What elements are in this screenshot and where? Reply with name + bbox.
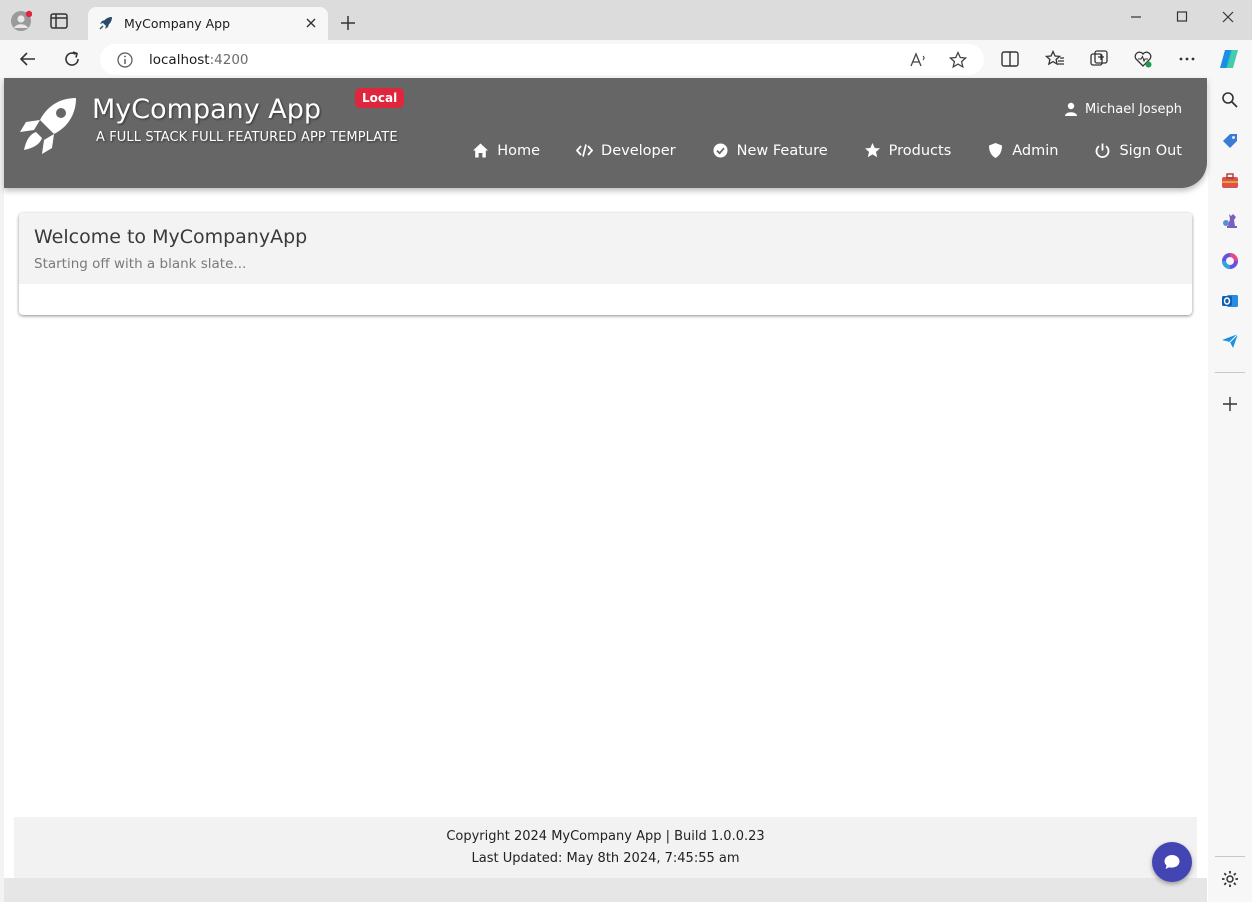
nav-admin[interactable]: Admin — [987, 142, 1058, 159]
address-bar[interactable]: localhost:4200 — [100, 44, 984, 75]
collections-icon[interactable] — [1089, 49, 1109, 69]
app-title: MyCompany App — [92, 94, 322, 125]
rocket-logo-icon[interactable] — [18, 96, 78, 156]
sidebar-divider-bottom — [1215, 856, 1245, 857]
games-chess-icon[interactable] — [1220, 211, 1240, 231]
toolbox-icon[interactable] — [1220, 171, 1240, 191]
back-arrow-icon[interactable] — [18, 49, 38, 69]
main-navigation: Home Developer New Feature Products Admi… — [472, 142, 1182, 159]
browser-essentials-icon[interactable] — [1133, 49, 1153, 69]
edge-sidebar — [1208, 78, 1252, 902]
send-icon[interactable] — [1220, 331, 1240, 351]
maximize-icon[interactable] — [1171, 8, 1193, 26]
nav-admin-label: Admin — [1012, 142, 1059, 159]
environment-badge: Local — [355, 88, 405, 108]
sidebar-divider — [1215, 372, 1245, 373]
chat-bubble-icon — [1164, 855, 1180, 869]
copilot-icon[interactable] — [1217, 47, 1241, 71]
favorites-icon[interactable] — [1044, 49, 1065, 69]
user-icon — [1065, 102, 1078, 116]
favorite-star-icon[interactable] — [948, 50, 968, 70]
nav-developer-label: Developer — [601, 142, 676, 159]
read-aloud-icon[interactable] — [908, 50, 928, 70]
site-info-icon[interactable] — [116, 51, 134, 69]
shopping-tag-icon[interactable] — [1220, 131, 1240, 151]
browser-tab-bar: MyCompany App — [0, 0, 1252, 40]
user-profile[interactable]: Michael Joseph — [1064, 100, 1182, 118]
microsoft-365-icon[interactable] — [1220, 251, 1240, 271]
app-subtitle: A FULL STACK FULL FEATURED APP TEMPLATE — [96, 130, 398, 145]
nav-new-feature[interactable]: New Feature — [712, 142, 828, 159]
star-icon — [864, 143, 880, 158]
url-port: :4200 — [209, 52, 249, 68]
profile-avatar-icon[interactable] — [10, 10, 33, 32]
nav-sign-out-label: Sign Out — [1119, 142, 1182, 159]
code-icon — [576, 144, 594, 157]
welcome-card-title: Welcome to MyCompanyApp — [34, 226, 308, 248]
add-sidebar-app-icon[interactable] — [1220, 394, 1240, 414]
nav-products-label: Products — [888, 142, 952, 159]
nav-new-feature-label: New Feature — [736, 142, 828, 159]
power-icon — [1096, 143, 1110, 158]
check-circle-icon — [713, 143, 728, 158]
close-tab-icon[interactable] — [302, 14, 320, 32]
welcome-card: Welcome to MyCompanyApp Starting off wit… — [19, 213, 1192, 315]
chat-button[interactable] — [1152, 842, 1192, 882]
footer-copyright: Copyright 2024 MyCompany App | Build 1.0… — [446, 829, 765, 844]
outlook-icon[interactable] — [1220, 291, 1240, 311]
nav-products[interactable]: Products — [864, 142, 952, 159]
nav-sign-out[interactable]: Sign Out — [1094, 142, 1182, 159]
nav-developer[interactable]: Developer — [576, 142, 676, 159]
minimize-icon[interactable] — [1125, 8, 1147, 26]
nav-home-label: Home — [497, 142, 541, 159]
url-text: localhost:4200 — [149, 52, 249, 68]
user-name: Michael Joseph — [1085, 101, 1182, 117]
refresh-icon[interactable] — [62, 49, 82, 69]
home-icon — [473, 143, 489, 158]
nav-home[interactable]: Home — [472, 142, 540, 159]
browser-tab[interactable]: MyCompany App — [88, 7, 328, 40]
horizontal-scrollbar[interactable] — [4, 878, 1207, 902]
close-window-icon[interactable] — [1217, 8, 1239, 26]
footer-last-updated: Last Updated: May 8th 2024, 7:45:55 am — [471, 851, 740, 866]
welcome-card-subtitle: Starting off with a blank slate... — [34, 256, 247, 272]
more-options-icon[interactable] — [1177, 49, 1197, 69]
new-tab-icon[interactable] — [338, 13, 358, 33]
rocket-favicon-icon — [98, 15, 114, 31]
shield-icon — [989, 143, 1003, 158]
tab-actions-icon[interactable] — [50, 13, 68, 29]
search-icon[interactable] — [1220, 90, 1240, 110]
web-page: MyCompany App A FULL STACK FULL FEATURED… — [4, 78, 1208, 902]
url-host: localhost — [149, 52, 210, 68]
settings-gear-icon[interactable] — [1220, 869, 1240, 889]
app-header: MyCompany App A FULL STACK FULL FEATURED… — [4, 78, 1207, 188]
page-footer: Copyright 2024 MyCompany App | Build 1.0… — [14, 817, 1197, 878]
welcome-card-header: Welcome to MyCompanyApp Starting off wit… — [19, 213, 1192, 284]
tab-title: MyCompany App — [124, 16, 231, 31]
split-screen-icon[interactable] — [1000, 49, 1020, 69]
browser-toolbar: localhost:4200 — [0, 40, 1252, 78]
